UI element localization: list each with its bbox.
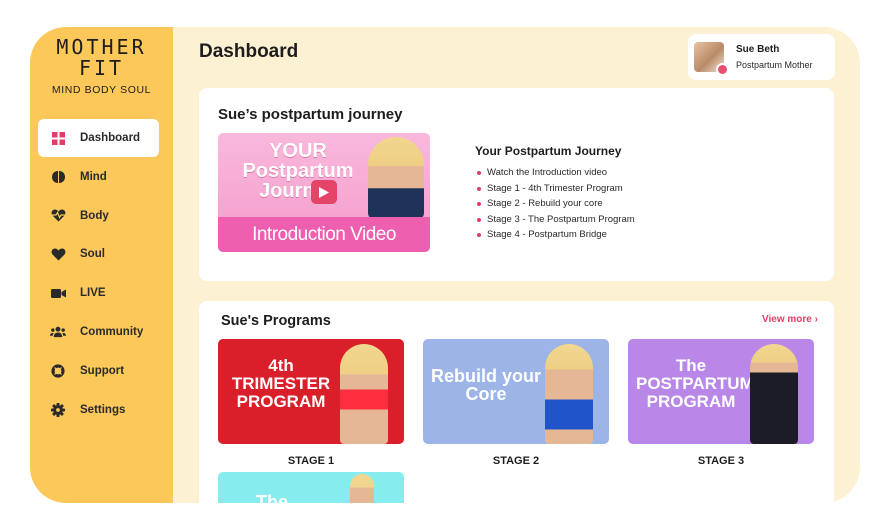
instructor-image [368, 137, 424, 219]
program-card-stage-4[interactable]: The [218, 472, 404, 503]
sidebar-item-label: Community [80, 325, 144, 338]
stage-label: STAGE 2 [492, 455, 540, 467]
program-thumb-text: The [256, 492, 289, 503]
journey-card: Sue’s postpartum journey YOUR Postpartum… [199, 88, 834, 281]
program-thumbnail[interactable]: Rebuild your Core [423, 339, 609, 444]
sidebar-item-label: LIVE [80, 287, 106, 300]
app-frame: MOTHER FIT MIND BODY SOUL Dashboard Mind [30, 27, 860, 503]
intro-video-thumbnail[interactable]: YOUR Postpartum Journey Introduction Vid… [218, 133, 430, 252]
logo-line-2: FIT [78, 56, 125, 80]
steps-list: Watch the Introduction video Stage 1 - 4… [475, 165, 635, 243]
instructor-image [350, 474, 374, 503]
video-camera-icon [50, 285, 66, 301]
lifebuoy-icon [50, 363, 66, 379]
heartbeat-icon [50, 208, 66, 224]
sidebar-item-label: Support [80, 364, 125, 377]
logo[interactable]: MOTHER FIT MIND BODY SOUL [30, 27, 173, 97]
list-item: Watch the Introduction video [475, 165, 635, 181]
brain-icon [50, 169, 66, 185]
view-more-link[interactable]: View more › [762, 314, 818, 325]
view-more-label: View more [762, 314, 812, 325]
sidebar-item-body[interactable]: Body [38, 197, 159, 235]
program-thumb-text: Rebuild your Core [431, 366, 542, 404]
program-thumbnail[interactable]: 4th TRIMESTER PROGRAM [218, 339, 404, 444]
sidebar: MOTHER FIT MIND BODY SOUL Dashboard Mind [30, 27, 173, 503]
sidebar-item-label: Dashboard [80, 132, 141, 144]
journey-steps: Your Postpartum Journey Watch the Introd… [475, 144, 635, 243]
user-role: Postpartum Mother [736, 60, 813, 70]
list-item: Stage 4 - Postpartum Bridge [475, 227, 635, 243]
list-item: Stage 2 - Rebuild your core [475, 196, 635, 212]
program-card-stage-1[interactable]: 4th TRIMESTER PROGRAM STAGE 1 [218, 339, 404, 467]
sidebar-item-support[interactable]: Support [38, 352, 159, 390]
sidebar-item-label: Soul [80, 248, 105, 261]
journey-title: Sue’s postpartum journey [218, 106, 403, 123]
list-item: Stage 3 - The Postpartum Program [475, 212, 635, 228]
grid-icon [50, 130, 66, 146]
page-title: Dashboard [199, 41, 299, 62]
user-profile-card[interactable]: Sue Beth Postpartum Mother [688, 34, 835, 80]
avatar [694, 42, 729, 76]
video-overlay-text: YOUR Postpartum Journey [242, 140, 354, 202]
instructor-image [545, 344, 593, 444]
sidebar-item-dashboard[interactable]: Dashboard [38, 119, 159, 157]
program-card-stage-3[interactable]: The POSTPARTUM PROGRAM STAGE 3 [628, 339, 814, 467]
gear-icon [50, 402, 66, 418]
logo-tagline: MIND BODY SOUL [51, 84, 152, 96]
heart-icon [50, 246, 66, 262]
sidebar-nav: Dashboard Mind Body Soul LIVE Community … [38, 119, 159, 429]
program-card-stage-2[interactable]: Rebuild your Core STAGE 2 [423, 339, 609, 467]
play-icon[interactable] [311, 180, 337, 204]
program-thumb-text: 4th TRIMESTER PROGRAM [231, 356, 331, 411]
notification-badge [716, 63, 729, 76]
sidebar-item-settings[interactable]: Settings [38, 391, 159, 429]
stage-label: STAGE 1 [287, 455, 335, 467]
user-name: Sue Beth [736, 44, 780, 55]
list-item: Stage 1 - 4th Trimester Program [475, 181, 635, 197]
sidebar-item-label: Mind [80, 170, 107, 183]
stage-label: STAGE 3 [697, 455, 745, 467]
program-thumb-text: The POSTPARTUM PROGRAM [636, 356, 754, 411]
sidebar-item-label: Body [80, 209, 109, 222]
sidebar-item-community[interactable]: Community [38, 313, 159, 351]
sidebar-item-soul[interactable]: Soul [38, 235, 159, 273]
sidebar-item-mind[interactable]: Mind [38, 158, 159, 196]
logo-line-1: MOTHER [56, 35, 147, 59]
sidebar-item-label: Settings [80, 403, 126, 416]
instructor-image [750, 344, 798, 444]
video-caption: Introduction Video [218, 217, 430, 252]
steps-title: Your Postpartum Journey [475, 144, 622, 158]
programs-title: Sue's Programs [221, 313, 331, 329]
main-content: Dashboard Sue Beth Postpartum Mother Sue… [173, 27, 860, 503]
chevron-right-icon: › [814, 314, 818, 325]
users-icon [50, 324, 66, 340]
sidebar-item-live[interactable]: LIVE [38, 274, 159, 312]
program-thumbnail[interactable]: The POSTPARTUM PROGRAM [628, 339, 814, 444]
instructor-image [340, 344, 388, 444]
